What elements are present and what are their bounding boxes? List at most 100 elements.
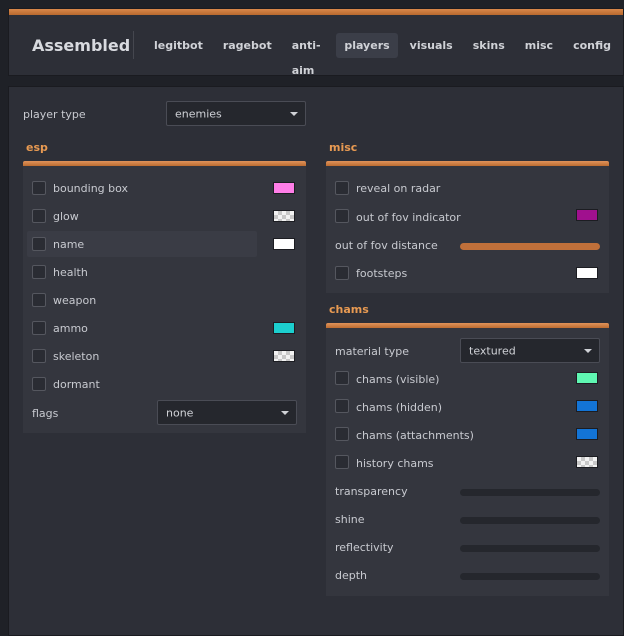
ammo-checkbox[interactable] bbox=[32, 321, 46, 335]
chams-row-shine: shine bbox=[326, 508, 609, 532]
depth-slider[interactable] bbox=[460, 573, 600, 580]
player-type-dropdown[interactable]: enemies bbox=[166, 101, 306, 126]
fov-indicator-checkbox[interactable] bbox=[335, 209, 349, 223]
footsteps-label: footsteps bbox=[356, 267, 408, 280]
tab-legitbot[interactable]: legitbot bbox=[146, 33, 211, 58]
transparency-slider[interactable] bbox=[460, 489, 600, 496]
player-type-value: enemies bbox=[175, 107, 222, 120]
chams-visible-color-swatch[interactable] bbox=[576, 372, 598, 384]
tab-bar: legitbot ragebot anti-aim players visual… bbox=[146, 33, 623, 77]
footsteps-color-swatch[interactable] bbox=[576, 267, 598, 279]
name-label: name bbox=[53, 238, 85, 251]
shine-label: shine bbox=[335, 513, 365, 526]
esp-row-name: name bbox=[23, 231, 306, 257]
chams-hidden-label: chams (hidden) bbox=[356, 401, 443, 414]
accent-bar bbox=[9, 9, 623, 15]
flags-label: flags bbox=[32, 407, 59, 420]
tab-ragebot[interactable]: ragebot bbox=[215, 33, 280, 58]
name-color-swatch[interactable] bbox=[273, 238, 295, 250]
shine-slider[interactable] bbox=[460, 517, 600, 524]
tab-visuals[interactable]: visuals bbox=[402, 33, 461, 58]
ammo-label: ammo bbox=[53, 322, 88, 335]
chams-attachments-checkbox[interactable] bbox=[335, 427, 349, 441]
chams-row-transparency: transparency bbox=[326, 480, 609, 504]
fov-distance-slider-fill bbox=[460, 243, 600, 250]
flags-value: none bbox=[166, 406, 194, 419]
tab-players[interactable]: players bbox=[336, 33, 398, 58]
reflectivity-slider[interactable] bbox=[460, 545, 600, 552]
tab-config[interactable]: config bbox=[565, 33, 619, 58]
name-checkbox[interactable] bbox=[32, 237, 46, 251]
chevron-down-icon bbox=[584, 348, 592, 353]
tab-skins[interactable]: skins bbox=[465, 33, 513, 58]
material-type-label: material type bbox=[335, 345, 409, 358]
flags-dropdown[interactable]: none bbox=[157, 400, 297, 425]
reveal-on-radar-checkbox[interactable] bbox=[335, 181, 349, 195]
misc-group-title: misc bbox=[329, 141, 358, 154]
esp-group: bounding box glow name health weapon amm… bbox=[23, 166, 306, 433]
skeleton-color-swatch[interactable] bbox=[273, 350, 295, 362]
player-type-label: player type bbox=[23, 108, 86, 121]
chams-hidden-checkbox[interactable] bbox=[335, 399, 349, 413]
glow-label: glow bbox=[53, 210, 79, 223]
misc-row-fov-distance: out of fov distance bbox=[326, 233, 609, 257]
weapon-label: weapon bbox=[53, 294, 97, 307]
transparency-label: transparency bbox=[335, 485, 408, 498]
material-type-dropdown[interactable]: textured bbox=[460, 338, 600, 363]
dormant-checkbox[interactable] bbox=[32, 377, 46, 391]
fov-indicator-color-swatch[interactable] bbox=[576, 209, 598, 221]
esp-row-ammo: ammo bbox=[23, 316, 306, 340]
history-chams-label: history chams bbox=[356, 457, 434, 470]
chams-row-visible: chams (visible) bbox=[326, 366, 609, 390]
chevron-down-icon bbox=[281, 410, 289, 415]
ammo-color-swatch[interactable] bbox=[273, 322, 295, 334]
chevron-down-icon bbox=[290, 111, 298, 116]
esp-row-dormant: dormant bbox=[23, 372, 306, 396]
esp-row-skeleton: skeleton bbox=[23, 344, 306, 368]
chams-group: material type textured chams (visible) c… bbox=[326, 328, 609, 596]
chams-visible-checkbox[interactable] bbox=[335, 371, 349, 385]
glow-checkbox[interactable] bbox=[32, 209, 46, 223]
skeleton-label: skeleton bbox=[53, 350, 100, 363]
chams-row-reflectivity: reflectivity bbox=[326, 536, 609, 560]
chams-visible-label: chams (visible) bbox=[356, 373, 440, 386]
misc-row-reveal-on-radar: reveal on radar bbox=[326, 176, 609, 200]
chams-row-hidden: chams (hidden) bbox=[326, 394, 609, 418]
dormant-label: dormant bbox=[53, 378, 100, 391]
esp-group-title: esp bbox=[26, 141, 48, 154]
footsteps-checkbox[interactable] bbox=[335, 266, 349, 280]
history-chams-checkbox[interactable] bbox=[335, 455, 349, 469]
depth-label: depth bbox=[335, 569, 368, 582]
chams-row-depth: depth bbox=[326, 564, 609, 588]
app-title: Assembled bbox=[32, 36, 131, 55]
esp-row-bounding-box: bounding box bbox=[23, 176, 306, 200]
history-chams-color-swatch[interactable] bbox=[576, 456, 598, 468]
misc-row-fov-indicator: out of fov indicator bbox=[326, 204, 609, 228]
glow-color-swatch[interactable] bbox=[273, 210, 295, 222]
chams-attachments-color-swatch[interactable] bbox=[576, 428, 598, 440]
esp-row-glow: glow bbox=[23, 204, 306, 228]
tab-anti-aim[interactable]: anti-aim bbox=[284, 33, 333, 77]
bounding-box-checkbox[interactable] bbox=[32, 181, 46, 195]
misc-row-footsteps: footsteps bbox=[326, 261, 609, 285]
health-checkbox[interactable] bbox=[32, 265, 46, 279]
title-separator bbox=[133, 31, 134, 59]
health-label: health bbox=[53, 266, 88, 279]
esp-row-weapon: weapon bbox=[23, 288, 306, 312]
fov-distance-slider[interactable] bbox=[460, 243, 600, 250]
chams-attachments-label: chams (attachments) bbox=[356, 429, 474, 442]
reveal-on-radar-label: reveal on radar bbox=[356, 182, 441, 195]
weapon-checkbox[interactable] bbox=[32, 293, 46, 307]
material-type-value: textured bbox=[469, 344, 516, 357]
skeleton-checkbox[interactable] bbox=[32, 349, 46, 363]
tab-misc[interactable]: misc bbox=[517, 33, 561, 58]
bounding-box-color-swatch[interactable] bbox=[273, 182, 295, 194]
reflectivity-label: reflectivity bbox=[335, 541, 394, 554]
misc-group: reveal on radar out of fov indicator out… bbox=[326, 166, 609, 293]
chams-row-history: history chams bbox=[326, 450, 609, 474]
fov-indicator-label: out of fov indicator bbox=[356, 211, 461, 224]
top-bar: Assembled legitbot ragebot anti-aim play… bbox=[8, 8, 624, 77]
bounding-box-label: bounding box bbox=[53, 182, 129, 195]
chams-group-title: chams bbox=[329, 303, 369, 316]
chams-hidden-color-swatch[interactable] bbox=[576, 400, 598, 412]
